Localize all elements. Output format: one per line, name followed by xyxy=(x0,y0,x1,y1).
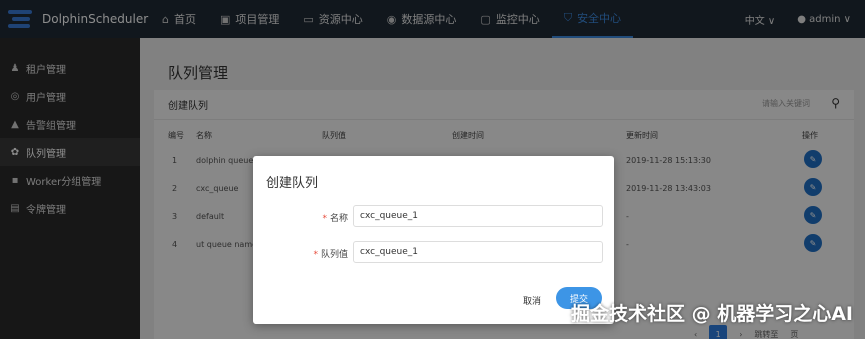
queue-value-input[interactable] xyxy=(353,241,603,263)
create-queue-dialog: 创建队列 *名称 *队列值 取消 提交 xyxy=(253,156,614,324)
name-label: * 名称 xyxy=(258,211,348,224)
watermark: 掘金技术社区 @ 机器学习之心AI xyxy=(570,303,853,325)
queue-value-label: * 队列值 xyxy=(258,247,348,260)
required-mark: * xyxy=(313,250,318,260)
queue-label-text: 队列值 xyxy=(320,250,348,260)
dialog-title: 创建队列 xyxy=(266,176,319,191)
name-label-text: 名称 xyxy=(329,214,348,224)
cancel-button[interactable]: 取消 xyxy=(523,294,541,307)
name-input[interactable] xyxy=(353,205,603,227)
required-mark: * xyxy=(322,214,327,224)
